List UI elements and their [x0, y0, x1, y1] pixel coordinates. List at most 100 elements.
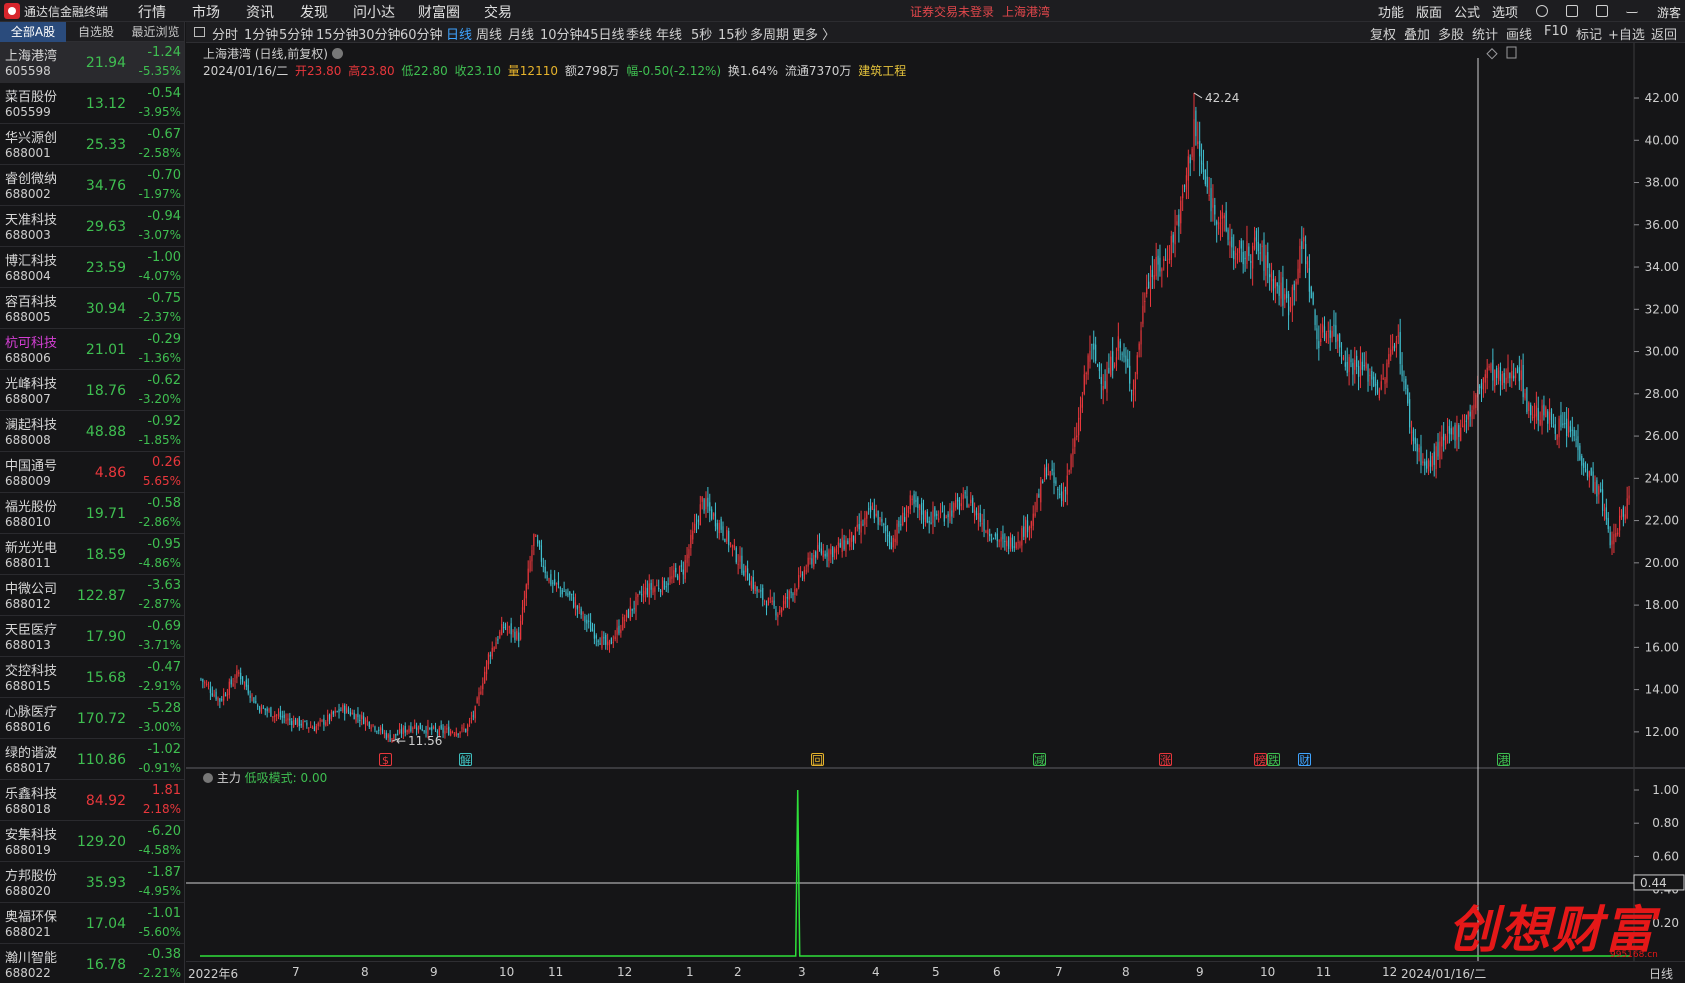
- indicator-name[interactable]: 主力: [217, 771, 241, 785]
- refresh-icon[interactable]: [1536, 5, 1548, 17]
- chart-title[interactable]: 上海港湾 (日线,前复权): [203, 45, 343, 62]
- period-10[interactable]: 45日线: [582, 24, 625, 43]
- tool-2[interactable]: 多股: [1438, 24, 1464, 43]
- login-warning[interactable]: 证券交易未登录: [910, 3, 994, 20]
- stock-row[interactable]: 睿创微纳 688002 34.76 -0.70 -1.97%: [0, 165, 184, 206]
- panel-toggle-icon[interactable]: [194, 27, 205, 37]
- minimize-icon[interactable]: [1626, 5, 1638, 13]
- event-marker[interactable]: 财: [1298, 753, 1311, 767]
- stock-row[interactable]: 乐鑫科技 688018 84.92 1.81 2.18%: [0, 780, 184, 821]
- candle-body: [1501, 373, 1503, 386]
- y-tick-label: 18.00: [1645, 598, 1679, 612]
- period-16[interactable]: 更多 〉: [792, 24, 835, 43]
- tool-3[interactable]: 统计: [1472, 24, 1498, 43]
- stock-row[interactable]: 博汇科技 688004 23.59 -1.00 -4.07%: [0, 247, 184, 288]
- menu-ask[interactable]: 问小达: [353, 2, 395, 22]
- period-8[interactable]: 月线: [508, 24, 534, 43]
- period-15[interactable]: 多周期: [750, 24, 789, 43]
- candle-body: [682, 569, 684, 575]
- period-7[interactable]: 周线: [476, 24, 502, 43]
- period-6[interactable]: 日线: [446, 24, 472, 43]
- indicator-chevron-icon[interactable]: [203, 773, 213, 783]
- tab-all-a-shares[interactable]: 全部A股: [0, 22, 66, 42]
- stock-row[interactable]: 杭可科技 688006 21.01 -0.29 -1.36%: [0, 329, 184, 370]
- candle-body: [1250, 261, 1252, 263]
- menu-options[interactable]: 选项: [1492, 2, 1518, 21]
- menu-function[interactable]: 功能: [1378, 2, 1404, 21]
- candle-body: [661, 577, 664, 594]
- stock-row[interactable]: 菜百股份 605599 13.12 -0.54 -3.95%: [0, 83, 184, 124]
- stock-row[interactable]: 上海港湾 605598 21.94 -1.24 -5.35%: [0, 42, 184, 83]
- period-4[interactable]: 30分钟: [358, 24, 401, 43]
- event-marker[interactable]: 涨: [1159, 753, 1172, 767]
- candle-body: [879, 517, 881, 522]
- candle-body: [1263, 239, 1265, 271]
- stock-row[interactable]: 绿的谐波 688017 110.86 -1.02 -0.91%: [0, 739, 184, 780]
- period-5[interactable]: 60分钟: [400, 24, 443, 43]
- event-marker[interactable]: 跌: [1267, 753, 1280, 767]
- candle-body: [1350, 359, 1352, 363]
- message-icon[interactable]: [1596, 5, 1608, 17]
- tool-0[interactable]: 复权: [1370, 24, 1396, 43]
- guest-label[interactable]: 游客: [1657, 4, 1681, 21]
- menu-formula[interactable]: 公式: [1454, 2, 1480, 21]
- stock-row[interactable]: 心脉医疗 688016 170.72 -5.28 -3.00%: [0, 698, 184, 739]
- stock-row[interactable]: 安集科技 688019 129.20 -6.20 -4.58%: [0, 821, 184, 862]
- event-marker[interactable]: 减: [1033, 753, 1046, 767]
- stock-row[interactable]: 中国通号 688009 4.86 0.26 5.65%: [0, 452, 184, 493]
- stock-row[interactable]: 天准科技 688003 29.63 -0.94 -3.07%: [0, 206, 184, 247]
- period-12[interactable]: 年线: [656, 24, 682, 43]
- phone-icon[interactable]: [1566, 5, 1578, 17]
- event-marker[interactable]: 榜: [1254, 753, 1267, 767]
- tool-8[interactable]: 返回: [1651, 24, 1677, 43]
- candle-body: [1267, 252, 1269, 268]
- menu-trade[interactable]: 交易: [484, 2, 512, 22]
- period-13[interactable]: 5秒: [691, 24, 712, 43]
- kline-chart[interactable]: 12.00 14.00 16.00 18.00 20.00 22.00 24.00 26.00…: [186, 43, 1685, 768]
- menu-layout[interactable]: 版面: [1416, 2, 1442, 21]
- menu-quotes[interactable]: 行情: [138, 2, 166, 22]
- period-11[interactable]: 季线: [626, 24, 652, 43]
- stock-row[interactable]: 容百科技 688005 30.94 -0.75 -2.37%: [0, 288, 184, 329]
- tool-5[interactable]: F10: [1544, 24, 1568, 39]
- stock-row[interactable]: 华兴源创 688001 25.33 -0.67 -2.58%: [0, 124, 184, 165]
- stock-row[interactable]: 奥福环保 688021 17.04 -1.01 -5.60%: [0, 903, 184, 944]
- period-2[interactable]: 5分钟: [279, 24, 313, 43]
- stock-row[interactable]: 交控科技 688015 15.68 -0.47 -2.91%: [0, 657, 184, 698]
- stock-change: -0.62: [147, 373, 181, 388]
- period-9[interactable]: 10分钟: [540, 24, 583, 43]
- candle-body: [1603, 509, 1606, 511]
- stock-row[interactable]: 新光光电 688011 18.59 -0.95 -4.86%: [0, 534, 184, 575]
- event-marker[interactable]: 解: [459, 753, 472, 767]
- period-1[interactable]: 1分钟: [244, 24, 278, 43]
- event-marker[interactable]: 港: [1497, 753, 1510, 767]
- tool-6[interactable]: 标记: [1576, 24, 1602, 43]
- event-marker[interactable]: $: [379, 753, 392, 767]
- menu-discover[interactable]: 发现: [300, 2, 328, 22]
- candle-body: [1166, 262, 1169, 264]
- period-0[interactable]: 分时: [212, 24, 238, 43]
- menu-news[interactable]: 资讯: [246, 2, 274, 22]
- chevron-down-icon[interactable]: [332, 48, 343, 59]
- y-tick-label: 26.00: [1645, 429, 1679, 443]
- tab-recent[interactable]: 最近浏览: [126, 22, 185, 42]
- tab-watchlist[interactable]: 自选股: [66, 22, 126, 42]
- period-14[interactable]: 15秒: [718, 24, 748, 43]
- menu-market[interactable]: 市场: [192, 2, 220, 22]
- event-marker[interactable]: 回: [811, 753, 824, 767]
- tool-4[interactable]: 画线: [1506, 24, 1532, 43]
- tool-1[interactable]: 叠加: [1404, 24, 1430, 43]
- info-sector[interactable]: 建筑工程: [858, 64, 906, 78]
- stock-row[interactable]: 福光股份 688010 19.71 -0.58 -2.86%: [0, 493, 184, 534]
- info-open: 开23.80: [295, 64, 342, 78]
- menu-wealth[interactable]: 财富圈: [418, 2, 460, 22]
- x-axis-label: 8: [1122, 965, 1130, 979]
- period-3[interactable]: 15分钟: [316, 24, 359, 43]
- stock-row[interactable]: 瀚川智能 688022 16.78 -0.38 -2.21%: [0, 944, 184, 983]
- stock-row[interactable]: 澜起科技 688008 48.88 -0.92 -1.85%: [0, 411, 184, 452]
- stock-row[interactable]: 天臣医疗 688013 17.90 -0.69 -3.71%: [0, 616, 184, 657]
- stock-row[interactable]: 中微公司 688012 122.87 -3.63 -2.87%: [0, 575, 184, 616]
- tool-7[interactable]: +自选: [1608, 24, 1645, 43]
- stock-row[interactable]: 方邦股份 688020 35.93 -1.87 -4.95%: [0, 862, 184, 903]
- stock-row[interactable]: 光峰科技 688007 18.76 -0.62 -3.20%: [0, 370, 184, 411]
